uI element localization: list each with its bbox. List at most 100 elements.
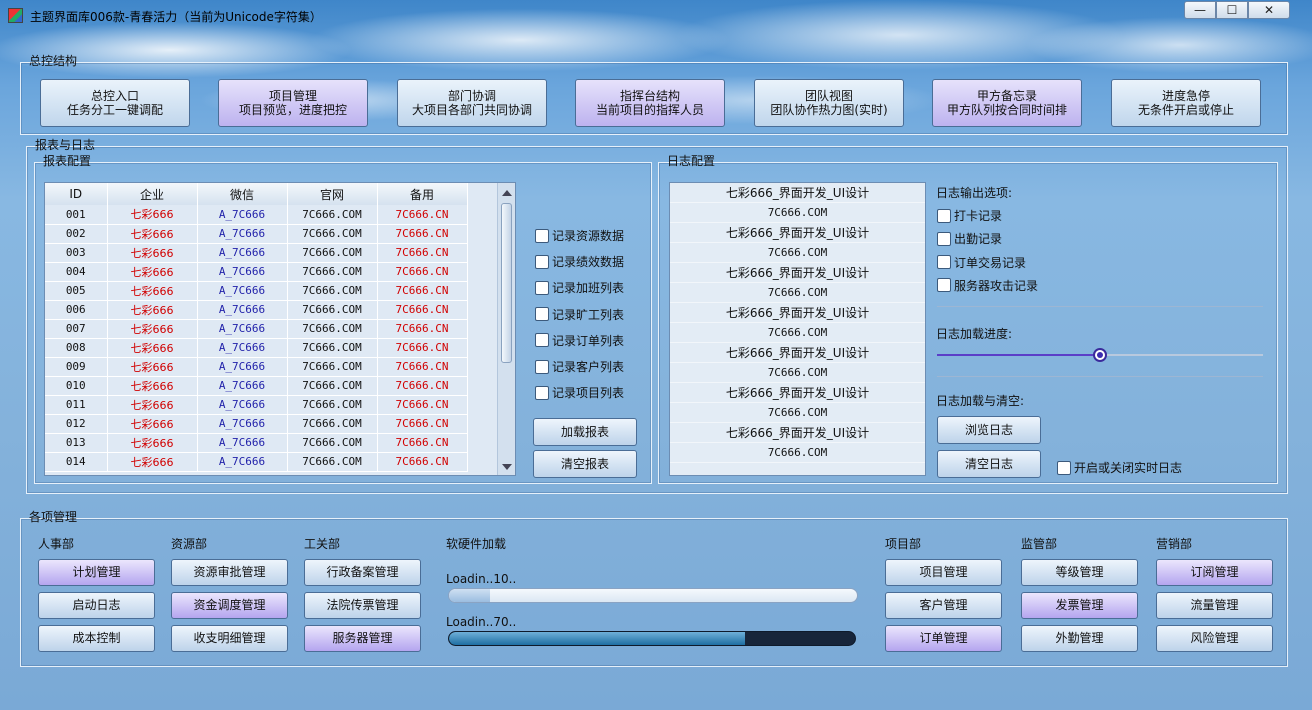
dept-button-resource[interactable]: 资金调度管理 xyxy=(171,592,288,619)
column-header[interactable]: 备用 xyxy=(377,183,468,205)
dept-button-project[interactable]: 客户管理 xyxy=(885,592,1002,619)
report-option-checkbox[interactable]: 记录客户列表 xyxy=(535,358,624,375)
log-output-label: 服务器攻击记录 xyxy=(954,278,1039,293)
table-cell: A_7C666 xyxy=(197,414,288,434)
report-option-checkbox[interactable]: 记录绩效数据 xyxy=(535,253,624,270)
overview-button-1[interactable]: 总控入口 任务分工一键调配 xyxy=(40,79,190,127)
checkbox-box[interactable] xyxy=(535,280,549,295)
log-output-checkbox[interactable]: 服务器攻击记录 xyxy=(937,277,1038,294)
log-output-checkbox[interactable]: 订单交易记录 xyxy=(937,254,1026,271)
close-button[interactable]: ✕ xyxy=(1248,1,1290,19)
checkbox-box[interactable] xyxy=(535,385,549,400)
dept-button-hr[interactable]: 成本控制 xyxy=(38,625,155,652)
table-cell: A_7C666 xyxy=(197,300,288,320)
log-output-checkbox[interactable]: 打卡记录 xyxy=(937,207,1002,224)
dept-button-resource[interactable]: 收支明细管理 xyxy=(171,625,288,652)
report-table[interactable]: ID 企业 微信 官网 备用 001 七彩666 A_7C666 7C666.COM 7C666… xyxy=(44,182,516,476)
dept-button-resource[interactable]: 资源审批管理 xyxy=(171,559,288,586)
table-cell: 010 xyxy=(45,376,108,396)
browse-log-button[interactable]: 浏览日志 xyxy=(937,416,1041,444)
checkbox-box[interactable] xyxy=(937,231,951,246)
report-option-checkbox[interactable]: 记录加班列表 xyxy=(535,279,624,296)
table-scrollbar[interactable] xyxy=(497,183,515,475)
checkbox-box[interactable] xyxy=(937,255,951,270)
log-list[interactable]: 七彩666_界面开发_UI设计 7C666.COM 七彩666_界面开发_UI设计 7… xyxy=(669,182,926,476)
table-row[interactable]: 007 七彩666 A_7C666 7C666.COM 7C666.CN xyxy=(45,319,468,339)
table-row[interactable]: 009 七彩666 A_7C666 7C666.COM 7C666.CN xyxy=(45,357,468,377)
scroll-up-icon[interactable] xyxy=(502,190,512,196)
dept-button-supervision[interactable]: 发票管理 xyxy=(1021,592,1138,619)
overview-button-6[interactable]: 甲方备忘录 甲方队列按合同时间排 xyxy=(932,79,1082,127)
checkbox-box[interactable] xyxy=(535,333,549,348)
column-header[interactable]: 企业 xyxy=(107,183,198,205)
dept-button-engineering[interactable]: 行政备案管理 xyxy=(304,559,421,586)
overview-button-3[interactable]: 部门协调 大项目各部门共同协调 xyxy=(397,79,547,127)
overview-button-4[interactable]: 指挥台结构 当前项目的指挥人员 xyxy=(575,79,725,127)
scroll-down-icon[interactable] xyxy=(502,464,512,470)
log-line: 七彩666_界面开发_UI设计 xyxy=(670,423,925,443)
checkbox-box[interactable] xyxy=(535,228,549,243)
table-row[interactable]: 005 七彩666 A_7C666 7C666.COM 7C666.CN xyxy=(45,281,468,301)
table-row[interactable]: 004 七彩666 A_7C666 7C666.COM 7C666.CN xyxy=(45,262,468,282)
dept-button-marketing[interactable]: 流量管理 xyxy=(1156,592,1273,619)
table-row[interactable]: 006 七彩666 A_7C666 7C666.COM 7C666.CN xyxy=(45,300,468,320)
dept-button-hr[interactable]: 启动日志 xyxy=(38,592,155,619)
column-header[interactable]: 微信 xyxy=(197,183,288,205)
table-cell: 七彩666 xyxy=(107,357,198,377)
checkbox-box[interactable] xyxy=(535,254,549,269)
dept-button-hr[interactable]: 计划管理 xyxy=(38,559,155,586)
table-row[interactable]: 012 七彩666 A_7C666 7C666.COM 7C666.CN xyxy=(45,414,468,434)
table-row[interactable]: 008 七彩666 A_7C666 7C666.COM 7C666.CN xyxy=(45,338,468,358)
management-legend: 各项管理 xyxy=(29,510,78,524)
table-row[interactable]: 014 七彩666 A_7C666 7C666.COM 7C666.CN xyxy=(45,452,468,472)
load-report-button[interactable]: 加载报表 xyxy=(533,418,637,446)
table-row[interactable]: 001 七彩666 A_7C666 7C666.COM 7C666.CN xyxy=(45,205,468,225)
log-progress-slider[interactable] xyxy=(937,348,1263,362)
checkbox-box[interactable] xyxy=(937,278,951,293)
clear-report-button[interactable]: 清空报表 xyxy=(533,450,637,478)
dept-button-project[interactable]: 订单管理 xyxy=(885,625,1002,652)
report-option-checkbox[interactable]: 记录订单列表 xyxy=(535,332,624,349)
table-cell: 7C666.COM xyxy=(287,357,378,377)
table-cell: 006 xyxy=(45,300,108,320)
dept-button-supervision[interactable]: 等级管理 xyxy=(1021,559,1138,586)
log-output-label: 打卡记录 xyxy=(954,209,1003,223)
report-option-checkbox[interactable]: 记录项目列表 xyxy=(535,384,624,401)
overview-button-subtitle: 无条件开启或停止 xyxy=(1137,103,1234,117)
report-option-checkbox[interactable]: 记录旷工列表 xyxy=(535,306,624,323)
column-header[interactable]: ID xyxy=(45,183,108,205)
dept-button-marketing[interactable]: 订阅管理 xyxy=(1156,559,1273,586)
checkbox-box[interactable] xyxy=(937,208,951,223)
checkbox-box[interactable] xyxy=(1057,460,1071,475)
scroll-thumb[interactable] xyxy=(501,203,512,363)
table-row[interactable]: 002 七彩666 A_7C666 7C666.COM 7C666.CN xyxy=(45,224,468,244)
table-cell: A_7C666 xyxy=(197,281,288,301)
dept-button-project[interactable]: 项目管理 xyxy=(885,559,1002,586)
slider-thumb[interactable] xyxy=(1093,348,1107,362)
table-row[interactable]: 003 七彩666 A_7C666 7C666.COM 7C666.CN xyxy=(45,243,468,263)
dept-button-engineering[interactable]: 法院传票管理 xyxy=(304,592,421,619)
column-header[interactable]: 官网 xyxy=(287,183,378,205)
checkbox-box[interactable] xyxy=(535,359,549,374)
overview-button-subtitle: 大项目各部门共同协调 xyxy=(411,103,532,117)
overview-button-2[interactable]: 项目管理 项目预览，进度把控 xyxy=(218,79,368,127)
divider xyxy=(937,306,1263,307)
dept-title-hr: 人事部 xyxy=(38,537,75,551)
maximize-button[interactable]: ☐ xyxy=(1216,1,1248,19)
reports-logs-legend: 报表与日志 xyxy=(35,138,96,152)
dept-button-engineering[interactable]: 服务器管理 xyxy=(304,625,421,652)
table-row[interactable]: 010 七彩666 A_7C666 7C666.COM 7C666.CN xyxy=(45,376,468,396)
log-output-checkbox[interactable]: 出勤记录 xyxy=(937,230,1002,247)
report-option-checkbox[interactable]: 记录资源数据 xyxy=(535,227,624,244)
dept-button-supervision[interactable]: 外勤管理 xyxy=(1021,625,1138,652)
minimize-button[interactable]: — xyxy=(1184,1,1216,19)
table-row[interactable]: 013 七彩666 A_7C666 7C666.COM 7C666.CN xyxy=(45,433,468,453)
overview-button-5[interactable]: 团队视图 团队协作热力图(实时) xyxy=(754,79,904,127)
overview-button-7[interactable]: 进度急停 无条件开启或停止 xyxy=(1111,79,1261,127)
table-cell: 004 xyxy=(45,262,108,282)
realtime-log-checkbox[interactable]: 开启或关闭实时日志 xyxy=(1057,459,1182,476)
dept-button-marketing[interactable]: 风险管理 xyxy=(1156,625,1273,652)
table-row[interactable]: 011 七彩666 A_7C666 7C666.COM 7C666.CN xyxy=(45,395,468,415)
clear-log-button[interactable]: 清空日志 xyxy=(937,450,1041,478)
checkbox-box[interactable] xyxy=(535,307,549,322)
